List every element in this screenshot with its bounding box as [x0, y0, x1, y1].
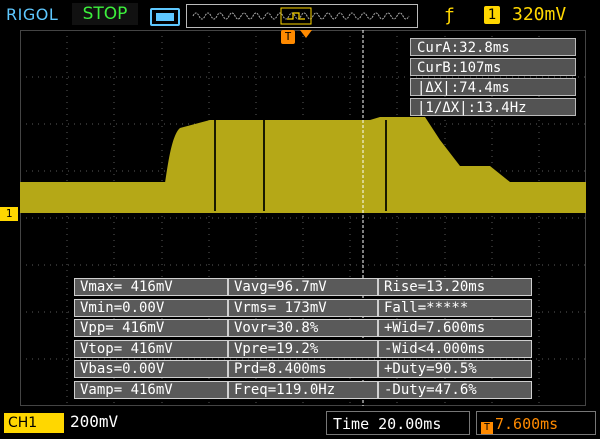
- cursor-inverse-delta-x-readout: |1/ΔX|:13.4Hz: [410, 98, 576, 116]
- measurement-cell: Vovr=30.8%: [228, 319, 378, 337]
- measurement-row: Vpp= 416mV Vovr=30.8% +Wid=7.600ms: [74, 319, 532, 338]
- waveform-notch: [263, 120, 265, 211]
- measurement-cell: Vmin=0.00V: [74, 298, 228, 317]
- measurement-cell: Freq=119.0Hz: [228, 380, 378, 399]
- measurement-cell: -Duty=47.6%: [378, 380, 532, 399]
- trigger-source-badge: 1: [484, 6, 500, 24]
- measurement-cell: Vpp= 416mV: [74, 319, 228, 337]
- measurement-cell: +Duty=90.5%: [378, 360, 532, 378]
- channel1-volts-div[interactable]: 200mV: [70, 412, 118, 431]
- rising-edge-trigger-icon: ƒ: [444, 5, 455, 26]
- measurement-cell: Prd=8.400ms: [228, 360, 378, 378]
- measurement-row: Vtop= 416mV Vpre=19.2% -Wid<4.000ms: [74, 339, 532, 359]
- measurement-row: Vamp= 416mV Freq=119.0Hz -Duty=47.6%: [74, 380, 532, 400]
- channel1-offset-marker[interactable]: 1: [0, 207, 18, 221]
- measurement-cell: Vpre=19.2%: [228, 339, 378, 358]
- measurement-row: Vbas=0.00V Prd=8.400ms +Duty=90.5%: [74, 360, 532, 379]
- measurement-row: Vmin=0.00V Vrms= 173mV Fall=*****: [74, 298, 532, 318]
- usb-battery-icon: [150, 8, 180, 26]
- trigger-offset-icon: T: [481, 422, 493, 434]
- measurement-cell: Vbas=0.00V: [74, 360, 228, 378]
- trigger-level-value: 320mV: [512, 4, 567, 25]
- channel1-button[interactable]: CH1: [4, 413, 64, 433]
- waveform-ch1-base: [20, 182, 586, 213]
- measurement-cell: -Wid<4.000ms: [378, 339, 532, 358]
- measurement-cell: Vrms= 173mV: [228, 298, 378, 317]
- measurement-cell: Vavg=96.7mV: [228, 278, 378, 296]
- memory-waveform-overview[interactable]: [186, 4, 418, 28]
- waveform-notch: [214, 120, 216, 211]
- measurement-row: Vmax= 416mV Vavg=96.7mV Rise=13.20ms: [74, 278, 532, 297]
- measurement-table: Vmax= 416mV Vavg=96.7mV Rise=13.20ms Vmin=0…: [74, 278, 532, 402]
- measurement-cell: Vamp= 416mV: [74, 380, 228, 399]
- trigger-position-marker[interactable]: T: [281, 30, 295, 44]
- measurement-cell: Vmax= 416mV: [74, 278, 228, 296]
- run-state-indicator[interactable]: STOP: [72, 3, 138, 25]
- measurement-cell: Vtop= 416mV: [74, 339, 228, 358]
- cursor-delta-x-readout: |ΔX|:74.4ms: [410, 78, 576, 96]
- memory-overview-icon: [192, 7, 410, 25]
- cursor-a-readout: CurA:32.8ms: [410, 38, 576, 56]
- measurement-cell: Fall=*****: [378, 298, 532, 317]
- timebase-value[interactable]: Time 20.00ms: [326, 411, 470, 435]
- measurement-cell: +Wid=7.600ms: [378, 319, 532, 337]
- waveform-notch: [385, 120, 387, 211]
- trigger-position-pointer-icon: [300, 30, 312, 38]
- cursor-b-readout: CurB:107ms: [410, 58, 576, 76]
- brand-logo: RIGOL: [6, 5, 59, 24]
- measurement-cell: Rise=13.20ms: [378, 278, 532, 296]
- trigger-offset-value: 7.600ms: [495, 415, 559, 433]
- trigger-offset-box[interactable]: T 7.600ms: [476, 411, 596, 435]
